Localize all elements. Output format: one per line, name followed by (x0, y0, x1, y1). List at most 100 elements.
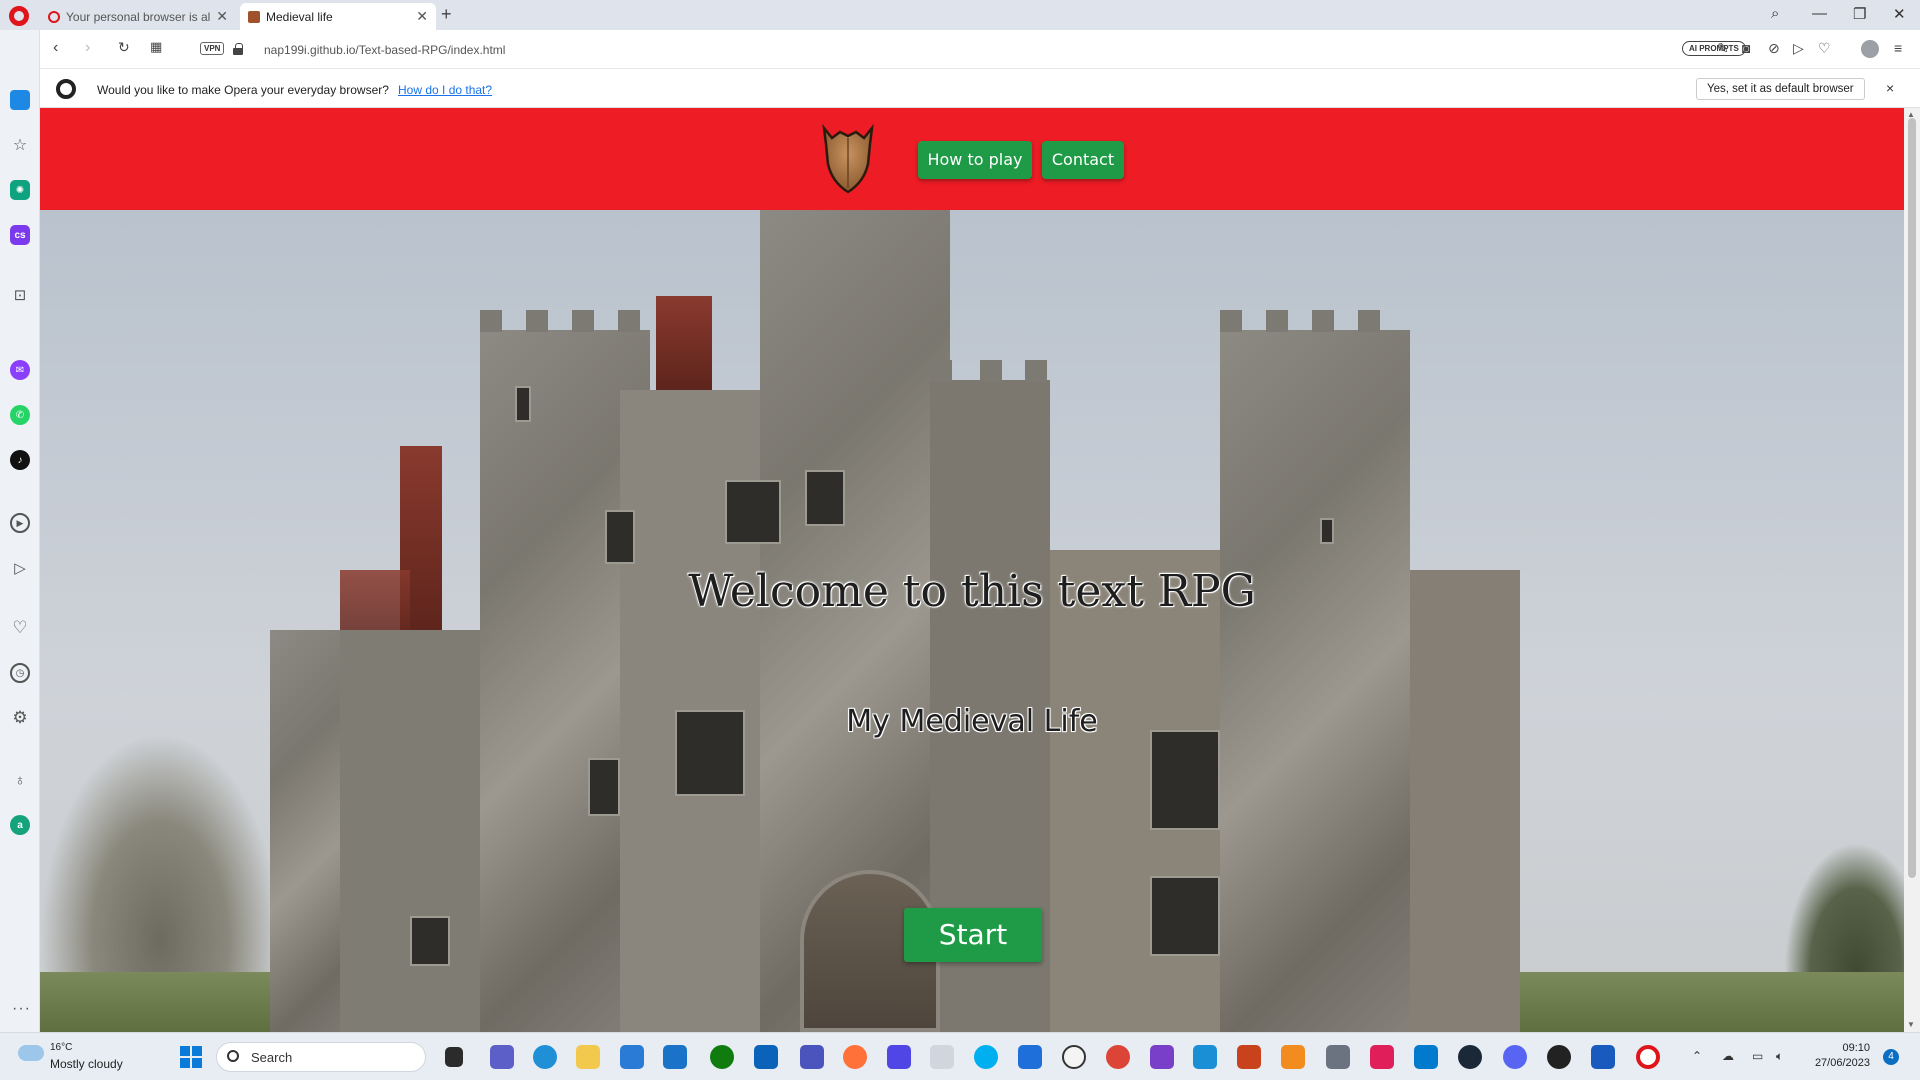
castle-right-tower (1220, 330, 1410, 1032)
chrome-icon[interactable] (1106, 1045, 1130, 1069)
edge-icon[interactable] (533, 1045, 557, 1069)
vscode-icon[interactable] (1414, 1045, 1438, 1069)
teams-classic-icon[interactable] (800, 1045, 824, 1069)
tabs-overview-icon[interactable]: ▦ (150, 39, 162, 55)
castle-hero-image: Welcome to this text RPG My Medieval Lif… (40, 210, 1904, 1032)
castle-window (725, 480, 781, 544)
tab-close-icon[interactable]: ✕ (216, 8, 228, 25)
remote-desktop-icon[interactable] (754, 1045, 778, 1069)
left-trees (40, 732, 280, 992)
adblock-icon[interactable]: ⊘ (1768, 40, 1780, 57)
tab-search-icon[interactable]: ⌕ (1771, 5, 1779, 22)
weather-temperature[interactable]: 16°C (50, 1042, 72, 1053)
page-scrollbar[interactable]: ▲ ▼ (1904, 108, 1920, 1032)
tiktok-icon[interactable]: ♪ (10, 450, 30, 470)
scroll-thumb[interactable] (1908, 118, 1916, 878)
restore-icon[interactable]: ❐ (1853, 5, 1866, 23)
whatsapp-icon[interactable]: ✆ (10, 405, 30, 425)
taskbar-clock[interactable]: 09:10 27/06/2023 (1808, 1042, 1870, 1069)
send-icon[interactable]: ▷ (1793, 40, 1804, 57)
word-icon[interactable] (1591, 1045, 1615, 1069)
task-view-icon[interactable] (445, 1047, 463, 1067)
start-button[interactable]: Start (904, 908, 1042, 962)
notification-badge[interactable]: 4 (1883, 1049, 1899, 1065)
tab-medieval-life[interactable]: Medieval life ✕ (240, 3, 436, 30)
emoji-icon[interactable] (1062, 1045, 1086, 1069)
back-icon[interactable]: ‹ (53, 39, 58, 57)
share-icon[interactable]: ✎ (1717, 40, 1729, 57)
file-explorer-icon[interactable] (576, 1045, 600, 1069)
player-icon[interactable]: ▶ (10, 513, 30, 533)
address-bar[interactable]: nap199i.github.io/Text-based-RPG/index.h… (264, 43, 505, 57)
snipping-tool-icon[interactable] (930, 1045, 954, 1069)
affinity-photo-icon[interactable] (1150, 1045, 1174, 1069)
infobar-help-link[interactable]: How do I do that? (398, 83, 492, 97)
slack-icon[interactable] (1370, 1045, 1394, 1069)
firefox-icon[interactable] (843, 1045, 867, 1069)
vpn-badge[interactable]: VPN (200, 42, 225, 55)
close-window-icon[interactable]: ✕ (1893, 5, 1906, 23)
microsoft-store-icon[interactable] (620, 1045, 644, 1069)
heart-icon[interactable]: ♡ (1818, 40, 1831, 57)
shield-logo-icon[interactable] (818, 122, 878, 196)
affinity-designer-icon[interactable] (1193, 1045, 1217, 1069)
clock-time: 09:10 (1842, 1042, 1870, 1054)
easy-setup-icon[interactable]: ≡ (1894, 40, 1902, 56)
minimize-icon[interactable]: — (1812, 5, 1827, 22)
affinity-publisher-icon[interactable] (1237, 1045, 1261, 1069)
battlement (480, 310, 502, 332)
calendar-icon[interactable] (1018, 1045, 1042, 1069)
skype-icon[interactable] (974, 1045, 998, 1069)
bookmarks-heart-icon[interactable]: ♡ (10, 618, 30, 638)
forward-icon[interactable]: › (85, 39, 90, 57)
profile-avatar[interactable] (1861, 40, 1879, 58)
github-icon[interactable] (1547, 1045, 1571, 1069)
mail-icon[interactable] (663, 1045, 687, 1069)
chatsonic-icon[interactable]: cs (10, 225, 30, 245)
sidebar-more-icon[interactable]: ··· (12, 1000, 31, 1018)
contact-button[interactable]: Contact (1042, 141, 1124, 179)
discord-icon[interactable] (1503, 1045, 1527, 1069)
castle-window (805, 470, 845, 526)
onedrive-icon[interactable]: ☁ (1722, 1049, 1734, 1063)
lock-icon[interactable] (233, 43, 243, 55)
home-icon[interactable] (10, 90, 30, 110)
history-clock-icon[interactable]: ◷ (10, 663, 30, 683)
printer-icon[interactable] (1326, 1045, 1350, 1069)
castle-window (1150, 876, 1220, 956)
how-to-play-button[interactable]: How to play (918, 141, 1032, 179)
opera-menu-icon[interactable] (9, 6, 29, 26)
xbox-icon[interactable] (710, 1045, 734, 1069)
new-tab-button[interactable]: + (441, 4, 452, 25)
sublime-icon[interactable] (1281, 1045, 1305, 1069)
reload-icon[interactable]: ↻ (118, 39, 130, 56)
tips-lightbulb-icon[interactable]: ♁ (10, 770, 30, 790)
flow-send-icon[interactable]: ▷ (10, 558, 30, 578)
weather-cloud-icon[interactable] (18, 1045, 44, 1061)
tray-overflow-icon[interactable]: ⌃ (1692, 1049, 1702, 1063)
tab-close-icon[interactable]: ✕ (416, 8, 428, 25)
start-menu-icon[interactable] (180, 1046, 202, 1068)
settings-gear-icon[interactable]: ⚙ (10, 708, 30, 728)
teams-icon[interactable] (490, 1045, 514, 1069)
aria-icon[interactable]: a (10, 815, 30, 835)
ai-prompts-button[interactable]: AI PROMPTS (1682, 41, 1746, 56)
network-icon[interactable]: ▭ (1752, 1049, 1763, 1063)
messenger-icon[interactable]: ✉ (10, 360, 30, 380)
weather-description[interactable]: Mostly cloudy (50, 1057, 123, 1071)
snapshot-icon[interactable]: ◙ (1742, 40, 1750, 56)
opera-taskbar-icon[interactable] (1636, 1045, 1660, 1069)
infobar-close-icon[interactable]: × (1886, 80, 1894, 96)
set-default-button[interactable]: Yes, set it as default browser (1696, 78, 1865, 100)
chatgpt-icon[interactable]: ✺ (10, 180, 30, 200)
volume-icon[interactable]: 🔈︎ (1776, 1049, 1783, 1064)
visual-studio-icon[interactable] (887, 1045, 911, 1069)
taskbar-search-box[interactable]: Search (216, 1042, 426, 1072)
shopping-icon[interactable]: ⊡ (10, 285, 30, 305)
tab-title: Medieval life (266, 9, 333, 24)
steam-icon[interactable] (1458, 1045, 1482, 1069)
scroll-down-icon[interactable]: ▼ (1907, 1020, 1915, 1029)
tab-personal-browser[interactable]: Your personal browser is al ✕ (40, 3, 236, 30)
clock-date: 27/06/2023 (1814, 1057, 1870, 1069)
speed-dial-star-icon[interactable]: ☆ (10, 135, 30, 155)
